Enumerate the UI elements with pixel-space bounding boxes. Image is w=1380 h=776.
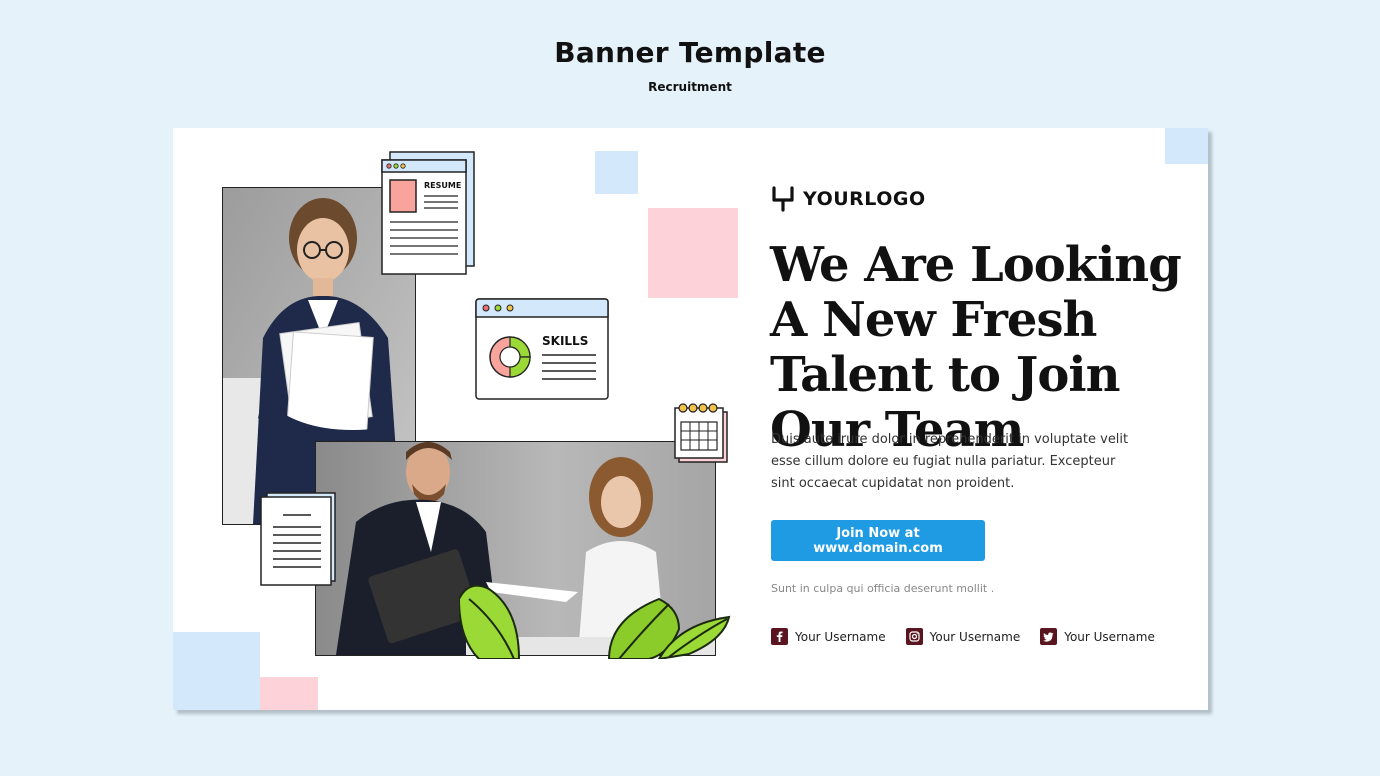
decor-square-pink-bottom (260, 677, 318, 710)
join-now-button[interactable]: Join Now at www.domain.com (771, 520, 985, 561)
social-link-instagram[interactable]: Your Username (905, 628, 1021, 645)
decor-square-blue-corner (1165, 128, 1208, 164)
resume-document-icon: RESUME (381, 151, 475, 275)
skills-label: SKILLS (542, 334, 588, 348)
page-subtitle: Recruitment (648, 80, 732, 94)
logo-text: YOURLOGO (803, 188, 926, 210)
social-link-twitter[interactable]: Your Username (1040, 628, 1155, 645)
resume-label: RESUME (424, 181, 461, 190)
calendar-icon (674, 403, 728, 463)
document-icon (260, 492, 336, 586)
decor-square-pink (648, 208, 738, 298)
logo-mark-icon (772, 186, 794, 212)
instagram-username: Your Username (929, 629, 1021, 644)
twitter-icon (1040, 628, 1058, 645)
fine-print: Sunt in culpa qui officia deserunt molli… (771, 582, 995, 595)
body-text: Duis aute irure dolor in reprehenderit i… (771, 432, 1129, 491)
decor-square-blue-top (595, 151, 638, 194)
recruitment-banner: RESUME SKILLS YOURLOGO We Are Looking A … (173, 128, 1208, 710)
headline: We Are Looking A New Fresh Talent to Joi… (770, 237, 1182, 458)
page-title: Banner Template (554, 36, 826, 69)
facebook-username: Your Username (795, 629, 886, 644)
facebook-icon (771, 628, 788, 645)
social-link-facebook[interactable]: Your Username (771, 628, 886, 645)
skills-window-icon: SKILLS (475, 298, 609, 400)
social-links: Your Username Your Username Your Usernam… (771, 628, 1155, 645)
instagram-icon (905, 628, 923, 645)
twitter-username: Your Username (1064, 629, 1155, 644)
decor-square-blue-bottom (173, 632, 260, 710)
leaves-illustration (459, 584, 731, 659)
brand-logo: YOURLOGO (771, 186, 926, 212)
